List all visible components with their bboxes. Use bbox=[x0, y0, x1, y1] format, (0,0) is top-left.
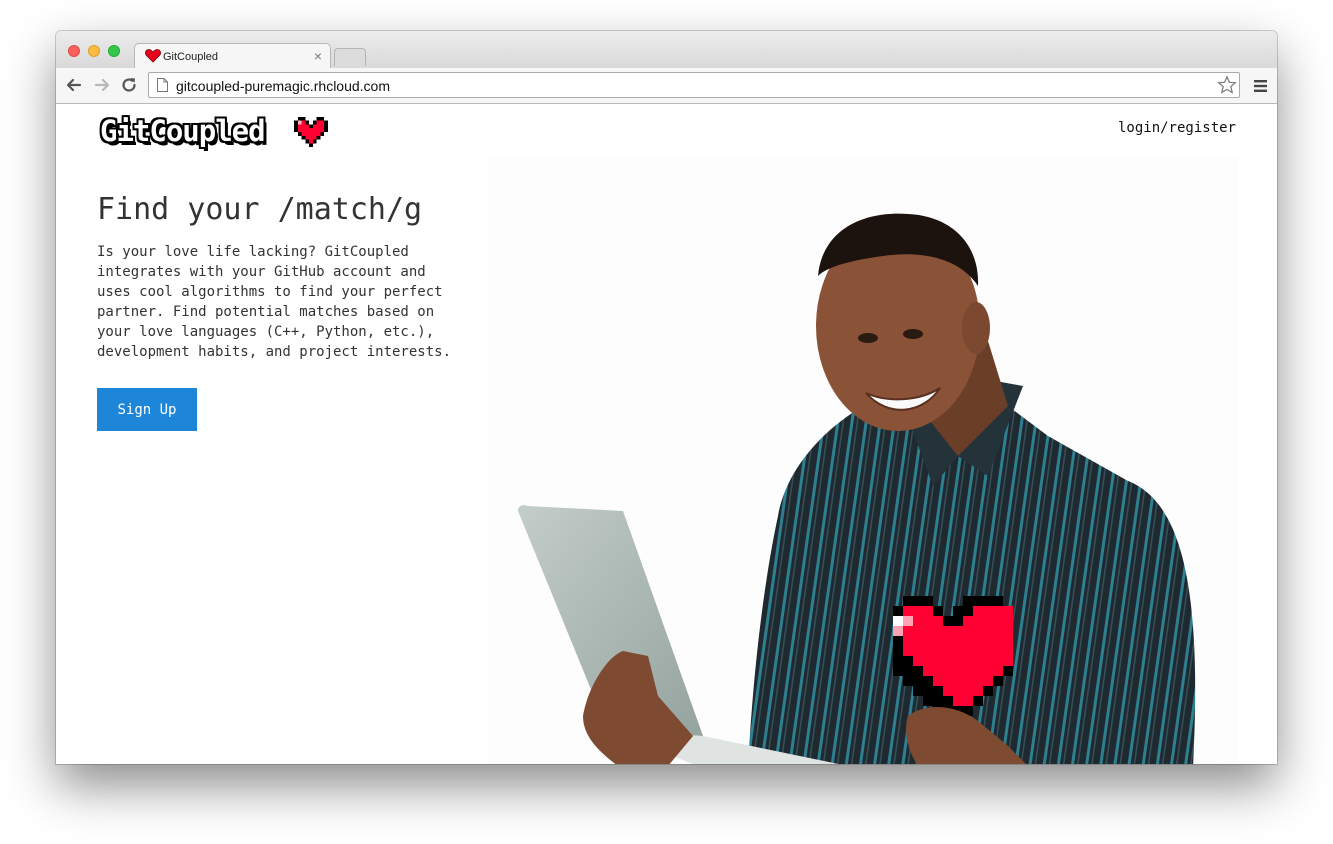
browser-window: GitCoupled × gitcoupled-puremagic.rhclou… bbox=[56, 31, 1277, 764]
logo-text: GitCoupled bbox=[100, 114, 266, 148]
zoom-window-button[interactable] bbox=[108, 45, 120, 57]
forward-icon[interactable] bbox=[92, 75, 112, 95]
menu-icon[interactable] bbox=[1254, 79, 1267, 93]
hero-description: Is your love life lacking? GitCoupled in… bbox=[97, 244, 452, 360]
tab-title: GitCoupled bbox=[163, 51, 219, 63]
pixel-heart-icon bbox=[294, 116, 328, 148]
web-page: GitCoupled login/register Find your /mat… bbox=[56, 104, 1277, 764]
address-bar[interactable]: gitcoupled-puremagic.rhcloud.com bbox=[148, 72, 1240, 98]
login-register-link[interactable]: login/register bbox=[1118, 120, 1236, 136]
hero-photo bbox=[488, 156, 1238, 764]
star-icon[interactable] bbox=[1217, 75, 1237, 95]
close-window-button[interactable] bbox=[68, 45, 80, 57]
browser-toolbar: gitcoupled-puremagic.rhcloud.com bbox=[56, 68, 1277, 104]
page-icon bbox=[157, 78, 168, 92]
reload-icon[interactable] bbox=[119, 75, 139, 95]
sign-up-button[interactable]: Sign Up bbox=[97, 388, 197, 431]
url-text: gitcoupled-puremagic.rhcloud.com bbox=[176, 78, 390, 94]
minimize-window-button[interactable] bbox=[88, 45, 100, 57]
hero-title: Find your /match/g bbox=[97, 192, 423, 227]
browser-tab[interactable]: GitCoupled × bbox=[134, 43, 331, 70]
title-bar: GitCoupled × bbox=[56, 31, 1277, 70]
new-tab-button[interactable] bbox=[334, 48, 366, 66]
heart-favicon-icon bbox=[145, 49, 161, 63]
tab-close-icon[interactable]: × bbox=[314, 48, 322, 64]
back-icon[interactable] bbox=[64, 75, 84, 95]
